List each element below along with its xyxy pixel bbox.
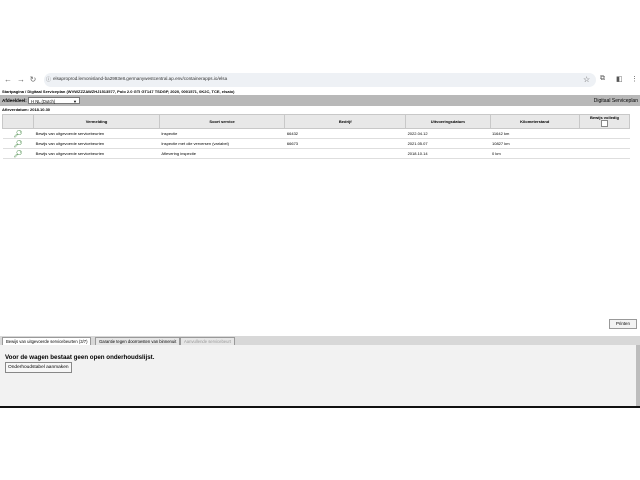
- cell-km: 10827 km: [490, 138, 580, 149]
- header-icon-column: [1, 114, 35, 129]
- print-button[interactable]: Printen: [609, 319, 637, 329]
- cell-bewijs: [579, 148, 630, 159]
- cell-datum: 2018.10.14: [405, 148, 490, 159]
- table-row[interactable]: 🔎︎ Bewijs van uitgevoerde servicebeurten…: [2, 128, 630, 139]
- cell-soort: Aflevering inspectie: [159, 148, 285, 159]
- extensions-icon[interactable]: ⧉: [600, 75, 605, 83]
- header-bewijs-volledig: Bewijs volledig: [578, 114, 631, 129]
- forward-arrow-icon[interactable]: →: [16, 75, 26, 85]
- magnifier-icon[interactable]: 🔎︎: [2, 138, 34, 149]
- cell-soort: Inspectie: [159, 128, 285, 139]
- cell-bedrijf: [284, 148, 406, 159]
- tab-servicebeurten[interactable]: Bewijs van uitgevoerde servicebeurten (3…: [2, 337, 92, 345]
- delivery-date: Afleverdatum: 2018.10.30: [2, 107, 51, 112]
- create-maintenance-button[interactable]: Onderhoudstabel aanmaken: [5, 362, 72, 373]
- afdeling-label: Afdeeldeel:: [2, 98, 27, 103]
- magnifier-icon[interactable]: 🔎︎: [2, 128, 34, 139]
- tab-aanvullend[interactable]: Aanvullende servicebeurt: [180, 337, 236, 345]
- divider: [0, 406, 640, 408]
- header-vermelding: Vermelding: [33, 114, 160, 129]
- cell-vermelding: Bewijs van uitgevoerde servicebeurten: [33, 138, 160, 149]
- site-info-icon[interactable]: ⓘ: [46, 76, 51, 83]
- cell-km: 0 km: [490, 148, 580, 159]
- cell-bewijs: [579, 138, 630, 149]
- language-select-value: H NL (Dutch): [31, 99, 56, 104]
- cell-vermelding: Bewijs van uitgevoerde servicebeurten: [33, 148, 160, 159]
- magnifier-icon[interactable]: 🔎︎: [2, 148, 34, 159]
- language-select[interactable]: H NL (Dutch) ▼: [28, 97, 80, 104]
- filter-bar: [0, 95, 640, 106]
- breadcrumb: Startpagina / Digitaal Serviceplan (WVWZ…: [2, 89, 235, 94]
- bookmark-star-icon[interactable]: ☆: [583, 75, 590, 84]
- menu-dots-icon[interactable]: ⋮: [631, 75, 638, 83]
- page-title: Digitaal Serviceplan: [593, 98, 638, 104]
- cell-bedrijf: 66432: [284, 128, 406, 139]
- no-maintenance-message: Voor de wagen bestaat geen open onderhou…: [5, 354, 155, 361]
- table-row[interactable]: 🔎︎ Bewijs van uitgevoerde servicebeurten…: [2, 138, 630, 149]
- cell-bedrijf: 66673: [284, 138, 406, 149]
- cell-vermelding: Bewijs van uitgevoerde servicebeurten: [33, 128, 160, 139]
- tab-garantie[interactable]: Garantie tegen doorroesten van binnenuit: [95, 337, 181, 345]
- table-header-row: Vermelding Soort service Bedrijf Uitvoer…: [1, 114, 631, 129]
- header-kilometerstand: Kilometerstand: [489, 114, 580, 129]
- cell-soort: Inspectie met olie verversen (variabel): [159, 138, 285, 149]
- profile-icon[interactable]: ◧: [616, 75, 623, 83]
- back-arrow-icon[interactable]: ←: [3, 75, 13, 85]
- header-soort-service: Soort service: [158, 114, 286, 129]
- cell-bewijs: [579, 128, 630, 139]
- header-uitvoeringsdatum: Uitvoeringsdatum: [405, 114, 491, 129]
- service-table: Vermelding Soort service Bedrijf Uitvoer…: [1, 114, 631, 159]
- cell-datum: 2022.04.12: [405, 128, 490, 139]
- header-bedrijf: Bedrijf: [284, 114, 407, 129]
- reload-icon[interactable]: ↻: [28, 75, 38, 85]
- table-row[interactable]: 🔎︎ Bewijs van uitgevoerde servicebeurten…: [2, 148, 630, 159]
- panel-scrollbar[interactable]: [636, 345, 640, 406]
- chevron-down-icon: ▼: [73, 99, 77, 104]
- select-all-checkbox[interactable]: [600, 120, 608, 127]
- cell-datum: 2021.05.07: [405, 138, 490, 149]
- url-text: elsaproprod.lemonisland-ba2993e8.germany…: [53, 76, 228, 81]
- cell-km: 11642 km: [490, 128, 580, 139]
